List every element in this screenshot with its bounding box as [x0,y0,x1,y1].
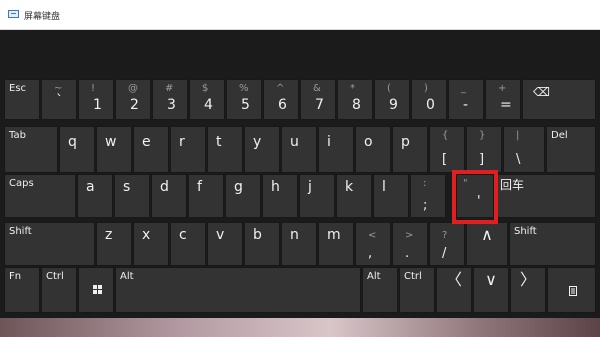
key-fn[interactable]: Fn [4,267,40,313]
key-w[interactable]: w [96,126,132,173]
key-right-bracket[interactable]: } ] [466,126,502,173]
key-9[interactable]: ( 9 [374,79,410,120]
window-title: 屏幕键盘 [24,12,61,22]
key-e[interactable]: e [133,126,169,173]
key-7[interactable]: & 7 [300,79,336,120]
key-a[interactable]: a [77,174,113,218]
key-semicolon[interactable]: : ; [410,174,446,218]
key-4[interactable]: $ 4 [189,79,225,120]
key-tab[interactable]: Tab [4,126,58,173]
key-up-arrow[interactable]: ∧ [466,222,508,266]
key-0[interactable]: ) 0 [411,79,447,120]
key-1[interactable]: ! 1 [78,79,114,120]
key-comma[interactable]: < , [355,222,391,266]
key-2[interactable]: @ 2 [115,79,151,120]
chevron-up-icon: ∧ [481,225,493,244]
key-b[interactable]: b [244,222,280,266]
key-j[interactable]: j [299,174,335,218]
key-p[interactable]: p [392,126,428,173]
key-alt-left[interactable]: Alt [115,267,361,313]
key-right-arrow[interactable]: 〉 [510,267,546,313]
key-windows[interactable] [78,267,114,313]
key-f[interactable]: f [188,174,224,218]
key-equals[interactable]: + = [485,79,521,120]
key-shift-right[interactable]: Shift [509,222,596,266]
key-quote[interactable]: " ' [456,174,494,218]
key-del[interactable]: Del [546,126,596,173]
key-left-bracket[interactable]: { [ [429,126,465,173]
key-h[interactable]: h [262,174,298,218]
keyboard-app-icon [8,10,19,18]
key-u[interactable]: u [281,126,317,173]
menu-icon [569,286,577,296]
key-menu[interactable] [547,267,596,313]
key-n[interactable]: n [281,222,317,266]
key-v[interactable]: v [207,222,243,266]
chevron-right-icon: 〉 [519,270,536,289]
keyboard-top-panel [0,30,600,78]
key-l[interactable]: l [373,174,409,218]
key-ctrl-right[interactable]: Ctrl [399,267,435,313]
key-enter[interactable]: 回车 [495,174,596,218]
backspace-icon: ⌫ [533,85,550,99]
key-m[interactable]: m [318,222,354,266]
title-bar[interactable]: 屏幕键盘 [0,0,600,30]
key-z[interactable]: z [96,222,132,266]
key-i[interactable]: i [318,126,354,173]
key-left-arrow[interactable]: 〈 [436,267,472,313]
key-g[interactable]: g [225,174,261,218]
key-6[interactable]: ^ 6 [263,79,299,120]
on-screen-keyboard-window: 屏幕键盘 Esc ~ ` ! 1 @ 2 # 3 $ 4 % 5 ^ 6 & 7… [0,0,600,318]
key-3[interactable]: # 3 [152,79,188,120]
key-backslash[interactable]: | \ [503,126,545,173]
key-t[interactable]: t [207,126,243,173]
key-o[interactable]: o [355,126,391,173]
key-alt-right[interactable]: Alt [362,267,398,313]
key-8[interactable]: * 8 [337,79,373,120]
key-period[interactable]: > . [392,222,428,266]
key-down-arrow[interactable]: ∨ [473,267,509,313]
windows-logo-icon [93,285,103,295]
key-s[interactable]: s [114,174,150,218]
key-slash[interactable]: ? / [429,222,465,266]
key-backspace[interactable]: ⌫ [522,79,596,120]
chevron-down-icon: ∨ [485,270,497,289]
key-esc[interactable]: Esc [4,79,40,120]
key-d[interactable]: d [151,174,187,218]
key-k[interactable]: k [336,174,372,218]
key-r[interactable]: r [170,126,206,173]
key-5[interactable]: % 5 [226,79,262,120]
key-q[interactable]: q [59,126,95,173]
chevron-left-icon: 〈 [445,270,462,289]
key-ctrl-left[interactable]: Ctrl [41,267,77,313]
key-backtick[interactable]: ~ ` [41,79,77,120]
key-caps[interactable]: Caps [4,174,76,218]
key-y[interactable]: y [244,126,280,173]
key-shift-left[interactable]: Shift [4,222,95,266]
key-minus[interactable]: _ - [448,79,484,120]
key-x[interactable]: x [133,222,169,266]
key-c[interactable]: c [170,222,206,266]
